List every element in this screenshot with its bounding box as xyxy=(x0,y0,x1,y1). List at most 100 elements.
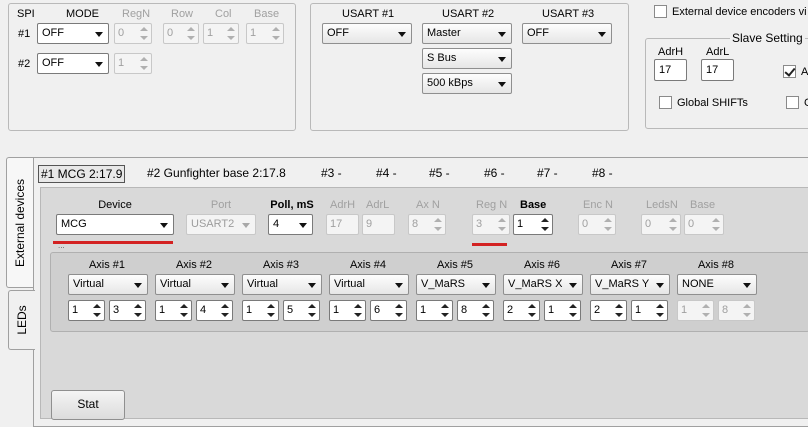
port-label: Port xyxy=(210,199,232,211)
axis-second-spinner[interactable]: 5 xyxy=(283,300,320,321)
axis-label: Axis #1 xyxy=(88,259,126,271)
axis-second-spinner[interactable]: 8 xyxy=(718,300,755,321)
axis-first-spinner[interactable]: 1 xyxy=(416,300,453,321)
encn-spinner[interactable]: 0 xyxy=(578,214,616,235)
axis-second-spinner[interactable]: 3 xyxy=(109,300,146,321)
ledsn-spinner[interactable]: 0 xyxy=(641,214,681,235)
usart2-label: USART #2 xyxy=(442,8,495,20)
poll-select[interactable]: 4 xyxy=(268,214,313,235)
axis-first-spinner[interactable]: 2 xyxy=(590,300,627,321)
axis-label: Axis #3 xyxy=(262,259,300,271)
slave-adrl-input[interactable]: 17 xyxy=(701,59,734,81)
axis-label: Axis #2 xyxy=(175,259,213,271)
axis-type-select[interactable]: Virtual xyxy=(155,274,235,295)
device-label: Device xyxy=(98,199,132,211)
spi1-base-spinner[interactable]: 1 xyxy=(246,23,284,44)
usart2-bus-select[interactable]: S Bus xyxy=(422,48,512,69)
base-header: Base xyxy=(254,8,280,20)
axis-first-spinner[interactable]: 2 xyxy=(503,300,540,321)
regn-spinner[interactable]: 3 xyxy=(472,214,510,235)
usart2-mode-select[interactable]: Master xyxy=(422,23,512,44)
axis-first-spinner[interactable]: 1 xyxy=(329,300,366,321)
encn-label: Enc N xyxy=(583,199,613,211)
axis-first-spinner[interactable]: 1 xyxy=(677,300,714,321)
axis-type-select[interactable]: Virtual xyxy=(242,274,322,295)
side-tab-external-devices[interactable]: External devices xyxy=(6,157,33,288)
slave-adrh-input[interactable]: 17 xyxy=(654,59,687,81)
axis-type-select[interactable]: V_MaRS Y xyxy=(590,274,670,295)
global-shifts-checkbox[interactable] xyxy=(659,96,672,109)
usart1-label: USART #1 xyxy=(342,8,395,20)
device-tab-1[interactable]: #1 MCG 2:17.9 xyxy=(38,165,126,183)
base2-label: Base xyxy=(690,199,716,211)
reg-accent-bar xyxy=(472,243,507,246)
global-shifts-label: Global SHIFTs xyxy=(677,97,748,109)
axis-first-spinner[interactable]: 1 xyxy=(68,300,105,321)
axis-type-select[interactable]: Virtual xyxy=(329,274,409,295)
axis-label: Axis #7 xyxy=(610,259,648,271)
spi2-regn-spinner[interactable]: 1 xyxy=(114,53,152,74)
axis-second-spinner[interactable]: 4 xyxy=(196,300,233,321)
port-select[interactable]: USART2 xyxy=(186,214,256,235)
adrl-label: AdrL xyxy=(366,199,390,211)
spi-header: SPI xyxy=(17,8,35,20)
spi-row-1-label: #1 xyxy=(18,28,31,40)
device-tab-5[interactable]: #5 - xyxy=(427,165,452,183)
slave-g-label: G xyxy=(804,97,808,109)
base2-spinner[interactable]: 0 xyxy=(684,214,724,235)
regn-label: Reg N xyxy=(476,199,508,211)
device-tab-2[interactable]: #2 Gunfighter base 2:17.8 xyxy=(145,165,288,183)
row-header: Row xyxy=(171,8,194,20)
axis-second-spinner[interactable]: 8 xyxy=(457,300,494,321)
device-tab-4[interactable]: #4 - xyxy=(374,165,399,183)
axis-second-spinner[interactable]: 1 xyxy=(544,300,581,321)
device-tab-8[interactable]: #8 - xyxy=(590,165,615,183)
slave-a-checkbox[interactable] xyxy=(783,65,796,78)
adrh-label: AdrH xyxy=(330,199,356,211)
slave-adrh-label: AdrH xyxy=(658,46,684,58)
axis-type-select[interactable]: V_MaRS xyxy=(416,274,496,295)
axis-type-select[interactable]: NONE xyxy=(677,274,757,295)
spi-row-2-label: #2 xyxy=(18,58,31,70)
device-tab-3[interactable]: #3 - xyxy=(319,165,344,183)
axis-second-spinner[interactable]: 1 xyxy=(631,300,668,321)
base-spinner[interactable]: 1 xyxy=(513,214,553,235)
adrl-field[interactable]: 9 xyxy=(362,214,395,235)
axis-label: Axis #4 xyxy=(349,259,387,271)
slave-a-label: A xyxy=(801,66,808,78)
external-encoders-label: External device encoders vi xyxy=(672,6,807,18)
axis-type-select[interactable]: Virtual xyxy=(68,274,148,295)
spi1-mode-select[interactable]: OFF xyxy=(37,23,109,44)
regn-header: RegN xyxy=(122,8,151,20)
usart3-label: USART #3 xyxy=(542,8,595,20)
device-select[interactable]: MCG xyxy=(56,214,174,235)
axis-label: Axis #8 xyxy=(697,259,735,271)
external-encoders-checkbox[interactable] xyxy=(654,5,667,18)
axis-label: Axis #6 xyxy=(523,259,561,271)
device-tab-6[interactable]: #6 - xyxy=(482,165,507,183)
base-label: Base xyxy=(520,199,547,211)
col-header: Col xyxy=(215,8,232,20)
slave-adrl-label: AdrL xyxy=(706,46,730,58)
side-tab-leds[interactable]: LEDs xyxy=(8,290,35,350)
adrh-field[interactable]: 17 xyxy=(326,214,359,235)
spi1-col-spinner[interactable]: 1 xyxy=(203,23,239,44)
poll-label: Poll, mS xyxy=(270,199,314,211)
axn-spinner[interactable]: 8 xyxy=(408,214,446,235)
axis-type-select[interactable]: V_MaRS X xyxy=(503,274,583,295)
axis-second-spinner[interactable]: 6 xyxy=(370,300,407,321)
spi2-mode-select[interactable]: OFF xyxy=(37,53,109,74)
usart2-speed-select[interactable]: 500 kBps xyxy=(422,73,512,94)
ledsn-label: LedsN xyxy=(646,199,678,211)
usart3-select[interactable]: OFF xyxy=(522,23,612,44)
mode-header: MODE xyxy=(66,8,99,20)
drag-grip: ... xyxy=(58,241,65,250)
usart1-select[interactable]: OFF xyxy=(322,23,412,44)
spi1-regn-spinner[interactable]: 0 xyxy=(114,23,152,44)
axis-first-spinner[interactable]: 1 xyxy=(155,300,192,321)
slave-g-checkbox[interactable] xyxy=(786,96,799,109)
device-tab-7[interactable]: #7 - xyxy=(535,165,560,183)
spi1-row-spinner[interactable]: 0 xyxy=(163,23,199,44)
axis-first-spinner[interactable]: 1 xyxy=(242,300,279,321)
slave-settings-title: Slave Setting xyxy=(730,31,805,45)
